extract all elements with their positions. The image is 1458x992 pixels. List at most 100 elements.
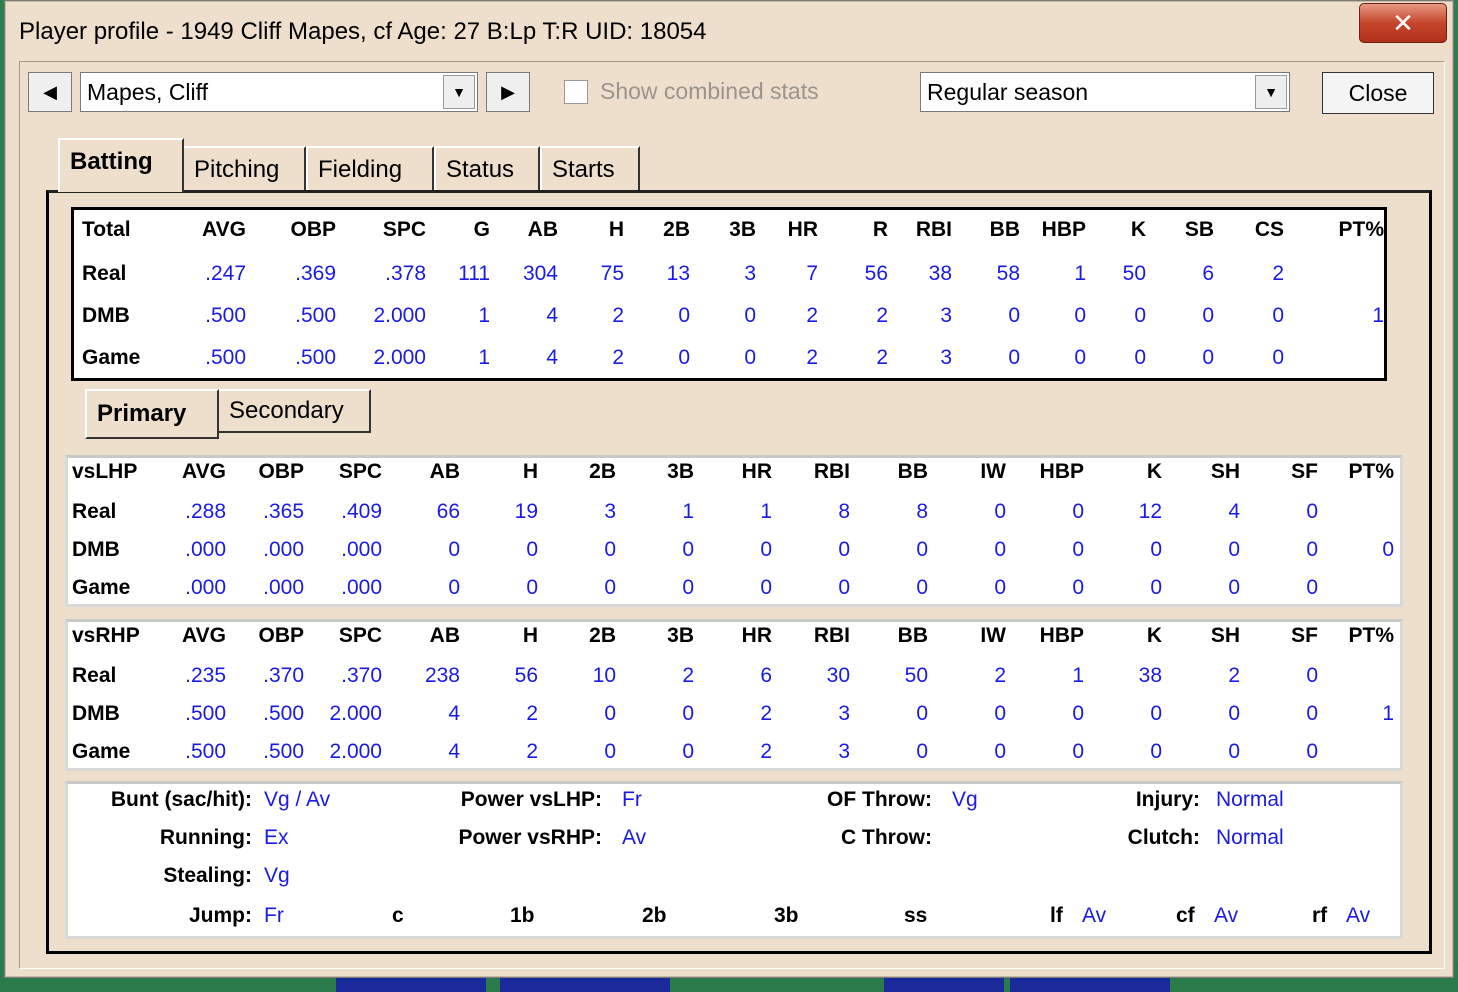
totals-header-cell: AVG [202, 218, 246, 241]
vsrhp-header-cell: OBP [258, 624, 304, 647]
vsrhp-header-cell: 2B [589, 624, 616, 647]
vslhp-cell: 1 [760, 500, 772, 523]
totals-cell: 3 [940, 304, 952, 327]
totals-cell: .369 [295, 262, 336, 285]
next-player-button[interactable]: ▶ [486, 72, 530, 112]
vslhp-cell: .000 [185, 576, 226, 599]
vslhp-header-cell: BB [897, 460, 928, 483]
vsrhp-header-cell: SF [1291, 624, 1318, 647]
vsrhp-cell: 0 [1072, 702, 1084, 725]
tab-fielding[interactable]: Fielding [306, 146, 434, 192]
injury-label: Injury: [1135, 788, 1200, 811]
subtab-primary[interactable]: Primary [85, 389, 219, 439]
vsrhp-header-cell: HBP [1039, 624, 1084, 647]
tab-pitching[interactable]: Pitching [182, 146, 306, 192]
vsrhp-header-cell: BB [897, 624, 928, 647]
vsrhp-cell: 0 [994, 740, 1006, 763]
totals-cell: 6 [1202, 262, 1214, 285]
totals-cell: 13 [666, 262, 690, 285]
vsrhp-cell: 2 [1228, 664, 1240, 687]
clutch-value: Normal [1216, 826, 1284, 849]
vslhp-cell: 1 [682, 500, 694, 523]
season-select[interactable]: Regular season ▼ [920, 72, 1290, 112]
vslhp-cell: 0 [604, 538, 616, 561]
vsrhp-cell: 1 [1382, 702, 1394, 725]
vsrhp-cell: 38 [1138, 664, 1162, 687]
prev-player-button[interactable]: ◀ [28, 72, 72, 112]
totals-cell: 2 [612, 304, 624, 327]
totals-header-cell: H [608, 218, 624, 241]
totals-cell: 0 [1134, 304, 1146, 327]
vsrhp-cell: 30 [826, 664, 850, 687]
vsrhp-cell: .235 [185, 664, 226, 687]
vsrhp-cell: .500 [263, 702, 304, 725]
vslhp-cell: .000 [341, 576, 382, 599]
subtab-secondary[interactable]: Secondary [217, 389, 371, 433]
position-ss: ss [904, 904, 928, 927]
player-select[interactable]: Mapes, Cliff ▼ [80, 72, 478, 112]
vslhp-cell: 0 [760, 576, 772, 599]
vslhp-header-cell: K [1146, 460, 1162, 483]
vsrhp-table: vsRHP AVG OBP SPC AB H 2B 3B HR RBI BB IW HBP K SH SF PT… [65, 619, 1403, 771]
vslhp-cell: .288 [185, 500, 226, 523]
totals-cell: .500 [295, 346, 336, 369]
vslhp-header-cell: vsLHP [72, 460, 138, 483]
close-button[interactable]: Close [1322, 72, 1434, 114]
position-c: c [392, 904, 404, 927]
vsrhp-cell: 3 [838, 702, 850, 725]
chevron-down-icon[interactable]: ▼ [1255, 75, 1287, 109]
totals-header-cell: K [1130, 218, 1146, 241]
vsrhp-header-cell: PT% [1348, 624, 1394, 647]
vslhp-cell: 0 [916, 538, 928, 561]
totals-header-cell: OBP [290, 218, 336, 241]
totals-cell: DMB [82, 304, 130, 327]
vslhp-cell: 0 [526, 538, 538, 561]
vslhp-cell: 0 [604, 576, 616, 599]
vslhp-cell: 19 [514, 500, 538, 523]
vslhp-cell: .000 [263, 576, 304, 599]
vslhp-header-cell: AVG [182, 460, 226, 483]
vslhp-cell: 0 [1072, 576, 1084, 599]
batting-panel: Total AVG OBP SPC G AB H 2B 3B HR R RBI BB HBP K SB CS PT… [46, 190, 1432, 954]
vsrhp-cell: 2 [760, 740, 772, 763]
vsrhp-cell: 0 [916, 740, 928, 763]
tab-status[interactable]: Status [434, 146, 540, 192]
window-close-icon[interactable]: ✕ [1359, 3, 1447, 43]
player-profile-window: Player profile - 1949 Cliff Mapes, cf Ag… [4, 0, 1454, 978]
vslhp-cell: 0 [1306, 538, 1318, 561]
totals-header-cell: R [872, 218, 888, 241]
vslhp-cell: 12 [1138, 500, 1162, 523]
vsrhp-cell: .500 [263, 740, 304, 763]
vslhp-cell: .000 [263, 538, 304, 561]
vsrhp-cell: .500 [185, 740, 226, 763]
position-3b: 3b [774, 904, 799, 927]
tab-batting[interactable]: Batting [58, 138, 184, 192]
totals-cell: 2 [806, 304, 818, 327]
totals-cell: 7 [806, 262, 818, 285]
vsrhp-cell: 0 [1150, 740, 1162, 763]
vslhp-cell: 0 [682, 576, 694, 599]
background-block [1010, 978, 1170, 992]
background-block [500, 978, 670, 992]
chevron-down-icon[interactable]: ▼ [443, 75, 475, 109]
vsrhp-cell: 56 [514, 664, 538, 687]
tab-starts[interactable]: Starts [540, 146, 640, 192]
totals-cell: 75 [600, 262, 624, 285]
totals-cell: .500 [295, 304, 336, 327]
power-rhp-label: Power vsRHP: [458, 826, 602, 849]
vslhp-cell: 0 [1072, 500, 1084, 523]
totals-cell: .247 [205, 262, 246, 285]
vslhp-cell: 0 [916, 576, 928, 599]
totals-cell: 0 [744, 304, 756, 327]
totals-cell: 58 [996, 262, 1020, 285]
show-combined-checkbox[interactable] [564, 80, 588, 104]
vslhp-header-cell: SH [1210, 460, 1240, 483]
vslhp-cell: 8 [916, 500, 928, 523]
clutch-label: Clutch: [1127, 826, 1200, 849]
totals-cell: .378 [385, 262, 426, 285]
vslhp-cell: 0 [760, 538, 772, 561]
title-bar[interactable]: Player profile - 1949 Cliff Mapes, cf Ag… [5, 1, 1453, 63]
vslhp-header-cell: IW [980, 460, 1006, 483]
vsrhp-cell: Game [72, 740, 131, 763]
totals-header-cell: 3B [729, 218, 756, 241]
